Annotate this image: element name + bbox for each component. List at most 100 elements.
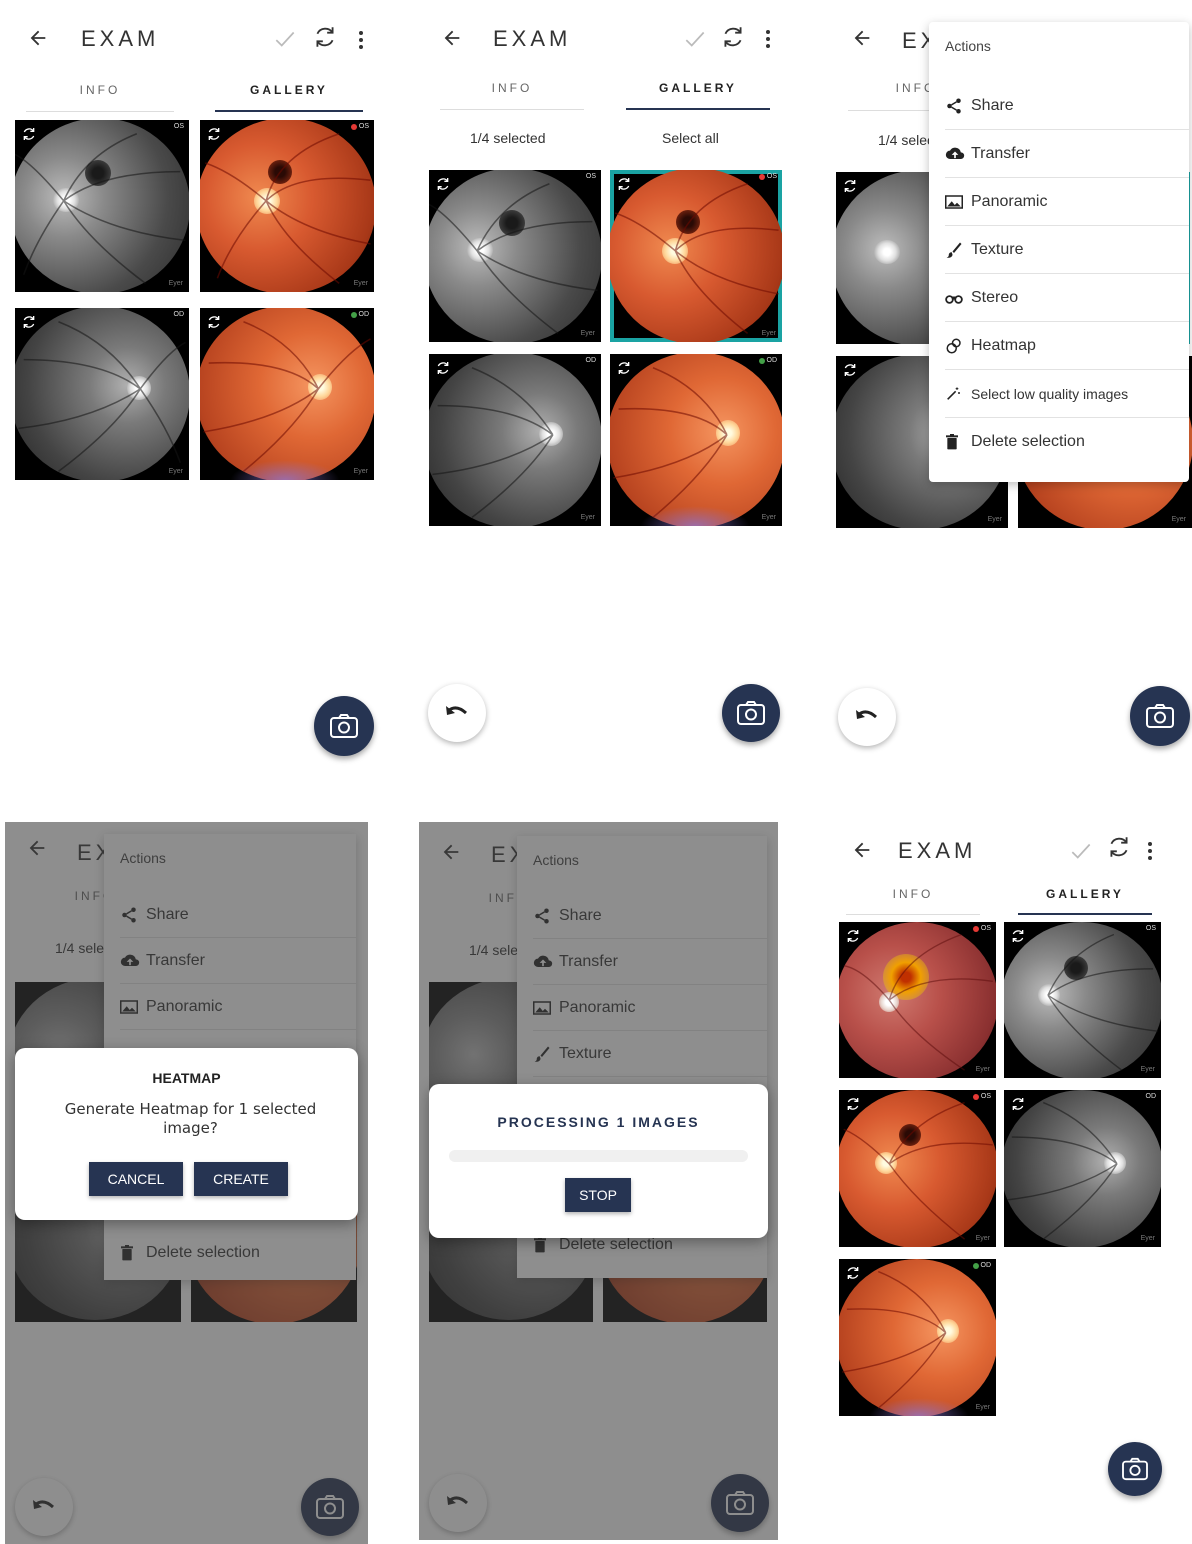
sync-icon[interactable] — [312, 24, 340, 52]
eye-label: OS — [585, 173, 596, 180]
sync-icon[interactable] — [1106, 834, 1134, 862]
undo-button[interactable] — [838, 688, 896, 746]
menu-item-stereo[interactable]: Stereo — [945, 274, 1189, 322]
tab-gallery[interactable]: GALLERY — [215, 68, 363, 112]
tab-info-underline — [846, 914, 980, 915]
fundus-thumbnail[interactable]: OD Eyer — [839, 1259, 996, 1416]
fundus-thumbnail[interactable]: OS Eyer — [839, 1090, 996, 1247]
watermark: Eyer — [761, 330, 776, 337]
back-arrow-icon[interactable] — [24, 24, 52, 52]
menu-item-texture[interactable]: Texture — [945, 226, 1189, 274]
menu-item-heatmap[interactable]: Heatmap — [945, 322, 1189, 370]
sync-icon — [845, 1096, 863, 1114]
undo-icon — [446, 706, 468, 715]
fundus-thumbnail[interactable]: OS Eyer — [429, 170, 601, 342]
sync-icon — [1010, 928, 1028, 946]
sync-icon — [616, 176, 634, 194]
check-icon[interactable] — [1068, 838, 1096, 866]
tab-info[interactable]: INFO — [846, 872, 980, 916]
eye-label: OS — [350, 123, 369, 130]
watermark: Eyer — [975, 1235, 990, 1242]
back-arrow-icon[interactable] — [438, 24, 466, 52]
sync-icon — [206, 314, 224, 332]
sync-icon — [1010, 1096, 1028, 1114]
screen-gallery-with-heatmap: EXAM INFO GALLERY OS Eyer OS Eyer OS Eye… — [826, 822, 1192, 1544]
watermark: Eyer — [1140, 1235, 1155, 1242]
menu-item-select-low-quality[interactable]: Select low quality images — [945, 370, 1189, 418]
sync-icon — [845, 1265, 863, 1283]
more-vert-icon[interactable] — [758, 26, 778, 52]
fundus-thumbnail[interactable]: OS Eyer — [200, 120, 374, 292]
cancel-button[interactable]: CANCEL — [89, 1162, 183, 1196]
sync-icon[interactable] — [720, 24, 748, 52]
undo-button[interactable] — [428, 684, 486, 742]
sync-icon — [21, 126, 39, 144]
select-all-button[interactable]: Select all — [662, 130, 719, 146]
tab-gallery-underline — [626, 108, 770, 110]
watermark: Eyer — [1140, 1066, 1155, 1073]
watermark: Eyer — [168, 280, 183, 287]
fundus-thumbnail[interactable]: OD Eyer — [610, 354, 782, 526]
fundus-thumbnail[interactable]: OD Eyer — [15, 308, 189, 480]
watermark: Eyer — [987, 516, 1002, 523]
tab-info[interactable]: INFO — [26, 68, 174, 112]
sync-icon — [842, 362, 860, 380]
camera-button[interactable] — [722, 684, 780, 742]
fundus-thumbnail[interactable]: OD Eyer — [429, 354, 601, 526]
check-icon[interactable] — [682, 26, 710, 54]
fundus-thumbnail-heatmap[interactable]: OS Eyer — [839, 922, 996, 1078]
screen-gallery-selecting: EXAM INFO GALLERY 1/4 selected Select al… — [412, 0, 792, 770]
camera-button[interactable] — [314, 696, 374, 756]
page-title: EXAM — [81, 26, 160, 51]
brush-icon — [945, 241, 971, 259]
menu-item-share[interactable]: Share — [945, 82, 1189, 130]
tab-gallery[interactable]: GALLERY — [1018, 872, 1152, 916]
sync-icon — [845, 928, 863, 946]
camera-icon — [737, 701, 765, 725]
fundus-thumbnail[interactable]: OS Eyer — [15, 120, 189, 292]
fundus-thumbnail[interactable]: OD Eyer — [200, 308, 374, 480]
trash-icon — [945, 434, 971, 450]
magic-wand-icon — [945, 386, 971, 402]
eye-label: OD — [758, 357, 777, 364]
create-button[interactable]: CREATE — [194, 1162, 288, 1196]
sync-icon — [435, 360, 453, 378]
page-title: EXAM — [898, 838, 977, 863]
undo-icon — [856, 710, 878, 719]
stop-button[interactable]: STOP — [565, 1178, 631, 1212]
actions-menu: Actions Share Transfer Panoramic Texture… — [929, 22, 1189, 482]
more-vert-icon[interactable] — [1140, 838, 1160, 864]
fundus-thumbnail[interactable]: OD Eyer — [1004, 1090, 1161, 1247]
menu-item-panoramic[interactable]: Panoramic — [945, 178, 1189, 226]
watermark: Eyer — [168, 468, 183, 475]
tab-info[interactable]: INFO — [440, 66, 584, 110]
cloud-upload-icon — [945, 145, 971, 163]
heatmap-dialog: HEATMAP Generate Heatmap for 1 selected … — [15, 1048, 358, 1220]
camera-button[interactable] — [1108, 1442, 1162, 1496]
camera-button[interactable] — [1130, 686, 1190, 746]
fundus-thumbnail-selected[interactable]: OS Eyer — [610, 170, 782, 342]
more-vert-icon[interactable] — [351, 27, 371, 53]
check-icon[interactable] — [272, 26, 300, 54]
tab-gallery[interactable]: GALLERY — [626, 66, 770, 110]
watermark: Eyer — [761, 514, 776, 521]
fundus-thumbnail[interactable]: OS Eyer — [1004, 922, 1161, 1078]
back-arrow-icon[interactable] — [848, 24, 876, 52]
menu-item-transfer[interactable]: Transfer — [945, 130, 1189, 178]
tab-info-underline — [848, 110, 938, 111]
progress-bar — [449, 1150, 748, 1162]
eye-label: OS — [173, 123, 184, 130]
menu-item-delete-selection[interactable]: Delete selection — [945, 418, 1189, 466]
sync-icon — [842, 178, 860, 196]
tab-bar: INFO GALLERY — [14, 68, 378, 112]
panorama-icon — [945, 194, 971, 210]
tab-gallery-underline — [215, 110, 363, 112]
eye-label: OD — [1145, 1093, 1157, 1100]
share-icon — [945, 97, 971, 115]
dialog-title: PROCESSING 1 IMAGES — [497, 1114, 700, 1130]
camera-icon — [1122, 1457, 1148, 1481]
tab-bar: INFO GALLERY — [430, 66, 782, 110]
dialog-title: HEATMAP — [152, 1070, 221, 1086]
sync-icon — [21, 314, 39, 332]
back-arrow-icon[interactable] — [848, 836, 876, 864]
